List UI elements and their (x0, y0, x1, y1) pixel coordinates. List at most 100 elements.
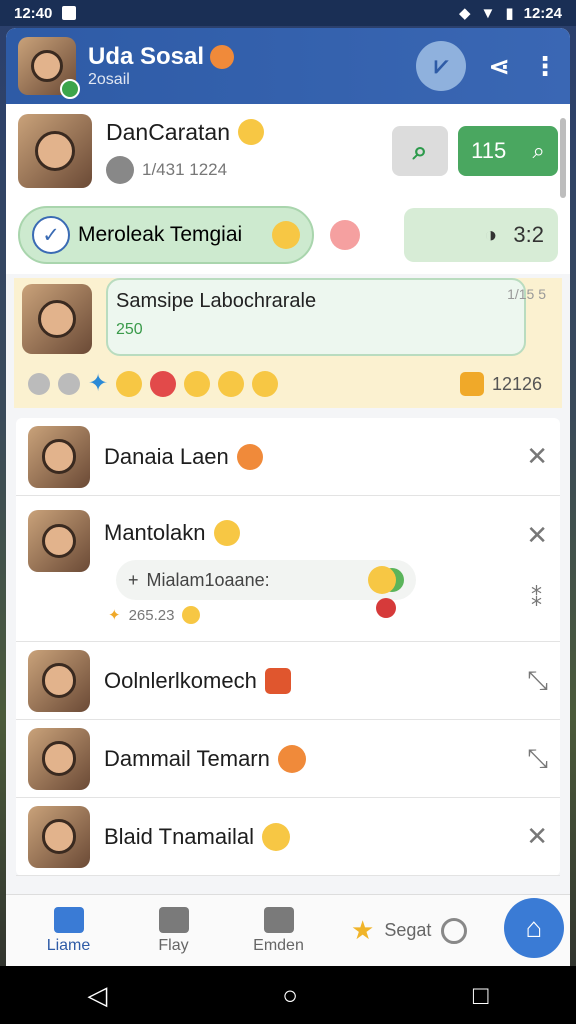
list-item[interactable]: Mantolakn ✕ + Mialam1oaane: ✦ 265.23 ⁑ (16, 496, 560, 642)
party-emoji-icon (264, 667, 291, 694)
card-meta: 1/431 1224 (106, 155, 264, 184)
smile-emoji-icon (238, 119, 265, 145)
contact-name: Blaid Tnamailal (104, 822, 291, 851)
emoji-icon (210, 45, 235, 69)
share-icon[interactable]: ⋖ (488, 51, 510, 82)
search-count: 115 (471, 138, 507, 163)
status-pill[interactable]: ✓ Meroleak Temgiai (18, 206, 314, 264)
trophy-icon: ✦ (108, 607, 121, 624)
smile-emoji-icon[interactable] (218, 370, 245, 397)
alert-badge-icon (376, 598, 396, 618)
collapse-icon[interactable]: ⤡ (527, 665, 548, 697)
contact-name: Oolnlerlkomech (104, 667, 291, 694)
profile-avatar[interactable] (18, 37, 80, 99)
android-nav-bar: ◁ ○ □ (0, 966, 576, 1024)
home-circle-icon[interactable]: ○ (282, 980, 298, 1011)
nav-home[interactable]: Liame (16, 906, 121, 955)
magnifier-icon: ⌕ (532, 138, 545, 163)
hug-emoji-icon[interactable] (184, 370, 211, 397)
close-icon[interactable]: ✕ (526, 520, 548, 551)
search-ring-icon (441, 917, 468, 944)
status-right-time: 12:24 (523, 4, 562, 22)
back-icon[interactable]: ◁ (87, 980, 107, 1011)
scrollbar[interactable] (560, 118, 566, 198)
reply-meta: ✦ 265.23 (108, 606, 201, 624)
timer-icon: ◑ (484, 222, 498, 247)
plus-icon: + (128, 569, 139, 590)
app-header: Uda Sosal 2osail ⩗ ⋖ ⋮ (6, 28, 570, 104)
nav-tab3[interactable]: Emden (226, 906, 331, 955)
smile-emoji-icon (368, 566, 396, 594)
more-menu-icon[interactable]: ⋮ (532, 51, 558, 82)
list-item[interactable]: Blaid Tnamailal ✕ (16, 798, 560, 876)
list-item[interactable]: Oolnlerlkomech ⤡ (16, 642, 560, 720)
person-icon (158, 906, 189, 933)
app-subtitle: 2osail (88, 71, 130, 88)
pill-label: Meroleak Temgiai (78, 223, 243, 246)
card-avatar[interactable] (18, 114, 92, 188)
grin-emoji-icon[interactable] (252, 370, 279, 397)
status-icons: ◆ ▼ ▮ 12:24 (458, 4, 562, 23)
search-button[interactable]: ⌕ (392, 126, 448, 176)
home-icon (53, 906, 84, 933)
profile-card: DanCaratan 1/431 1224 ⌕ 115 ⌕ ✓ Meroleak… (6, 104, 570, 274)
notification-bubble[interactable]: Samsipe Labochrarale 250 (106, 278, 526, 356)
online-badge-icon (60, 79, 80, 99)
close-icon[interactable]: ✕ (526, 441, 548, 472)
contact-avatar[interactable] (28, 805, 90, 868)
contact-avatar[interactable] (28, 425, 90, 488)
heart-icon[interactable] (58, 372, 80, 395)
contact-list: Danaia Laen ✕ Mantolakn ✕ + Mialam1oaane… (16, 418, 560, 876)
bottom-nav: Liame Flay Emden ★ Segat ⌂ (6, 894, 570, 966)
red-face-emoji-icon[interactable] (150, 370, 177, 397)
contact-avatar[interactable] (28, 649, 90, 712)
star-icon: ★ (351, 915, 375, 945)
close-icon[interactable]: ✕ (526, 821, 548, 852)
contact-name: Dammail Temarn (104, 744, 306, 773)
clock-icon: ✓ (32, 216, 70, 254)
header-actions: ⩗ ⋖ ⋮ (416, 41, 558, 91)
smile-emoji-icon[interactable] (116, 370, 143, 397)
notification-title: Samsipe Labochrarale (116, 290, 317, 312)
mini-avatar (106, 155, 134, 184)
expand-icon[interactable]: ⁑ (531, 586, 542, 612)
feed-button[interactable]: ⩗ (416, 41, 467, 91)
app-window: Uda Sosal 2osail ⩗ ⋖ ⋮ DanCaratan 1/431 … (6, 28, 570, 966)
house-icon: ⌂ (525, 912, 543, 943)
recents-icon[interactable]: □ (473, 980, 489, 1011)
app-title: Uda Sosal (88, 43, 235, 71)
grin-emoji-icon (182, 606, 201, 624)
list-item[interactable]: Danaia Laen ✕ (16, 418, 560, 496)
battery-icon: ▮ (505, 5, 514, 22)
list-item[interactable]: Dammail Temarn ⤡ (16, 720, 560, 798)
card-name: DanCaratan (106, 119, 265, 146)
contact-avatar[interactable] (28, 510, 90, 572)
contact-avatar[interactable] (28, 727, 90, 790)
timer-value: 3:2 (513, 222, 544, 247)
nav-tab2[interactable]: Flay (121, 906, 226, 955)
home-fab-button[interactable]: ⌂ (504, 898, 564, 958)
notification-total: 12126 (459, 372, 542, 396)
message-icon (263, 906, 294, 933)
record-icon[interactable] (28, 372, 50, 395)
search-count-button[interactable]: 115 ⌕ (458, 126, 558, 176)
notification-avatar[interactable] (22, 284, 92, 354)
nav-search[interactable]: ★ Segat (351, 915, 468, 946)
bird-icon[interactable]: ✦ (88, 369, 108, 398)
collapse-icon[interactable]: ⤡ (527, 743, 548, 775)
party-emoji-icon[interactable] (330, 220, 360, 250)
contact-name: Danaia Laen (104, 443, 263, 470)
contact-name: Mantolakn (104, 520, 240, 546)
location-icon: ◆ (458, 5, 471, 22)
notification-card[interactable]: Samsipe Labochrarale 250 1/15 5 ✦ 12126 (14, 278, 562, 408)
edit-icon (459, 372, 484, 396)
timer-box[interactable]: ◑ 3:2 (404, 208, 558, 262)
notification-count: 250 (116, 321, 143, 338)
status-time: 12:40 (14, 4, 53, 22)
notification-side: 1/15 5 (507, 286, 546, 302)
header-titles: Uda Sosal 2osail (88, 43, 235, 89)
smile-emoji-icon (272, 221, 300, 249)
notification-icon (62, 6, 77, 20)
grin-emoji-icon (236, 443, 263, 470)
heart-eyes-emoji-icon (277, 744, 306, 773)
